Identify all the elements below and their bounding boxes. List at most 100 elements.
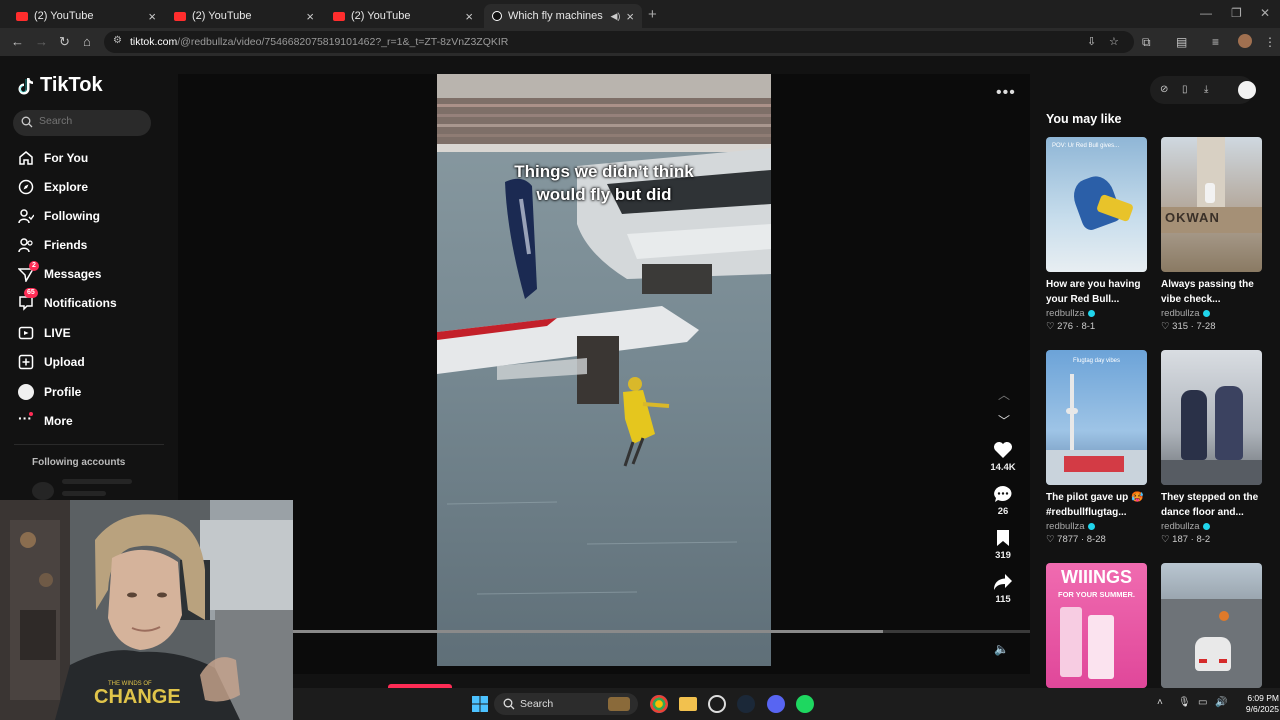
recommendation-card[interactable]: OKWAN Always passing the vibe check... r…: [1161, 137, 1262, 332]
browser-tab-active[interactable]: Which fly machines do you ◀) ×: [484, 4, 642, 28]
card-meta: ♡ 315 · 7-28: [1161, 321, 1216, 332]
clock-date: 9/6/2025: [1245, 704, 1279, 714]
browser-tab[interactable]: (2) YouTube ×: [8, 4, 164, 28]
close-window-icon[interactable]: ✕: [1260, 6, 1270, 20]
windows-start-icon[interactable]: [471, 695, 489, 713]
card-author[interactable]: redbullza: [1046, 521, 1147, 532]
comment-button[interactable]: 26: [978, 485, 1028, 517]
extensions-icon[interactable]: ⧉: [1142, 35, 1151, 50]
recommendation-card[interactable]: They stepped on the dance floor and... r…: [1161, 350, 1262, 545]
home-icon[interactable]: ⌂: [83, 34, 91, 49]
search-icon: [21, 116, 33, 128]
nav-messages[interactable]: 2 Messages: [18, 261, 102, 285]
more-options-icon[interactable]: •••: [996, 84, 1016, 102]
nav-following[interactable]: Following: [18, 205, 100, 227]
close-tab-icon[interactable]: ×: [626, 9, 634, 24]
tower-pod-shape: [1066, 408, 1078, 414]
chrome-icon[interactable]: [650, 695, 668, 713]
dancer-shape: [1181, 390, 1207, 460]
close-tab-icon[interactable]: ×: [148, 9, 156, 24]
nav-explore[interactable]: Explore: [18, 176, 88, 198]
search-box[interactable]: [13, 110, 151, 136]
device-icon[interactable]: ▯: [1182, 84, 1188, 95]
you-may-like-heading: You may like: [1046, 112, 1122, 126]
nav-label: Messages: [44, 267, 102, 281]
steam-icon[interactable]: [737, 695, 755, 713]
logo-text: TikTok: [40, 74, 103, 96]
close-tab-icon[interactable]: ×: [465, 9, 473, 24]
media-control-icon[interactable]: ▤: [1176, 35, 1187, 49]
maximize-icon[interactable]: ❐: [1231, 6, 1242, 20]
tiktok-favicon-icon: [492, 11, 502, 21]
minimize-icon[interactable]: —: [1200, 6, 1212, 20]
reading-list-icon[interactable]: ≡: [1212, 35, 1219, 49]
discord-icon[interactable]: [767, 695, 785, 713]
like-count: 14.4K: [990, 462, 1016, 473]
speaker-icon[interactable]: ◀): [610, 11, 620, 22]
address-bar[interactable]: ⚙ tiktok.com/@redbullza/video/7546682075…: [104, 31, 1134, 53]
reload-icon[interactable]: ↻: [59, 34, 70, 50]
browser-tab-bar: (2) YouTube × (2) YouTube × (2) YouTube …: [0, 0, 1280, 28]
card-thumbnail: WIIINGS FOR YOUR SUMMER.: [1046, 563, 1147, 688]
recommendation-card[interactable]: [1161, 563, 1262, 688]
share-button[interactable]: 115: [978, 573, 1028, 605]
nav-label: Profile: [44, 385, 82, 399]
recommendation-card[interactable]: WIIINGS FOR YOUR SUMMER.: [1046, 563, 1147, 688]
next-video-icon[interactable]: ﹀: [998, 412, 1010, 429]
file-explorer-icon[interactable]: [679, 697, 697, 711]
video-player[interactable]: Things we didn’t think would fly but did: [437, 74, 771, 666]
site-info-icon[interactable]: ⚙: [113, 35, 122, 46]
thumbnail-headline: WIIINGS: [1061, 567, 1132, 587]
coin-icon[interactable]: ⊘: [1160, 84, 1168, 95]
chatterino-icon[interactable]: [708, 695, 726, 713]
back-icon[interactable]: ←: [11, 34, 24, 49]
close-tab-icon[interactable]: ×: [306, 9, 314, 24]
volume-tray-icon[interactable]: 🔊: [1215, 697, 1227, 708]
nav-notifications[interactable]: 65 Notifications: [18, 288, 117, 314]
header-actions: ⊘ ▯ ⤓: [1150, 76, 1256, 104]
nav-live[interactable]: LIVE: [18, 322, 71, 344]
new-tab-icon[interactable]: +: [648, 6, 657, 23]
url-text[interactable]: tiktok.com/@redbullza/video/754668207581…: [130, 36, 508, 48]
card-author[interactable]: redbullza: [1161, 308, 1262, 319]
video-progress-bar[interactable]: [293, 630, 1030, 633]
user-avatar[interactable]: [1238, 81, 1256, 99]
tiktok-logo[interactable]: TikTok: [18, 74, 103, 97]
tower-shape: [1070, 374, 1074, 459]
recommendation-card[interactable]: Flugtag day vibes The pilot gave up 🥵 #r…: [1046, 350, 1147, 545]
share-icon: [994, 574, 1012, 590]
microphone-icon[interactable]: 🎙: [1178, 697, 1191, 708]
download-icon[interactable]: ⤓: [1204, 84, 1208, 95]
nav-for-you[interactable]: For You: [18, 147, 88, 169]
system-clock[interactable]: 6:09 PM 9/6/2025: [1243, 693, 1279, 715]
card-author[interactable]: redbullza: [1046, 308, 1147, 319]
previous-video-icon[interactable]: ︿: [998, 386, 1010, 403]
spotify-icon[interactable]: [796, 695, 814, 713]
floor-shape: [1161, 460, 1262, 485]
save-button[interactable]: 319: [978, 529, 1028, 561]
youtube-favicon-icon: [333, 11, 345, 21]
nav-friends[interactable]: Friends: [18, 234, 87, 256]
volume-icon[interactable]: 🔈: [994, 642, 1009, 656]
thumbnail-text: POV: Ur Red Bull gives...: [1052, 143, 1120, 149]
nav-more[interactable]: ··· More: [18, 410, 73, 432]
search-input[interactable]: [39, 115, 139, 127]
recommendation-card[interactable]: POV: Ur Red Bull gives... How are you ha…: [1046, 137, 1147, 332]
forward-icon[interactable]: →: [35, 34, 48, 49]
like-button[interactable]: 14.4K: [978, 441, 1028, 473]
card-author[interactable]: redbullza: [1161, 521, 1262, 532]
browser-profile-avatar[interactable]: [1238, 34, 1252, 48]
tray-overflow-icon[interactable]: ˄: [1157, 697, 1163, 708]
nav-upload[interactable]: Upload: [18, 351, 85, 373]
taskbar-search[interactable]: Search: [494, 693, 638, 715]
browser-tab[interactable]: (2) YouTube ×: [166, 4, 322, 28]
install-app-icon[interactable]: ⇩: [1087, 35, 1096, 48]
bookmark-star-icon[interactable]: ☆: [1109, 35, 1119, 48]
share-count: 115: [995, 594, 1011, 605]
display-icon[interactable]: ▭: [1198, 697, 1207, 708]
thumbnail-text: Flugtag day vibes: [1072, 358, 1121, 364]
verified-icon: [1202, 523, 1210, 530]
browser-menu-icon[interactable]: ⋮: [1264, 35, 1276, 49]
nav-profile[interactable]: Profile: [18, 381, 81, 403]
browser-tab[interactable]: (2) YouTube ×: [325, 4, 481, 28]
